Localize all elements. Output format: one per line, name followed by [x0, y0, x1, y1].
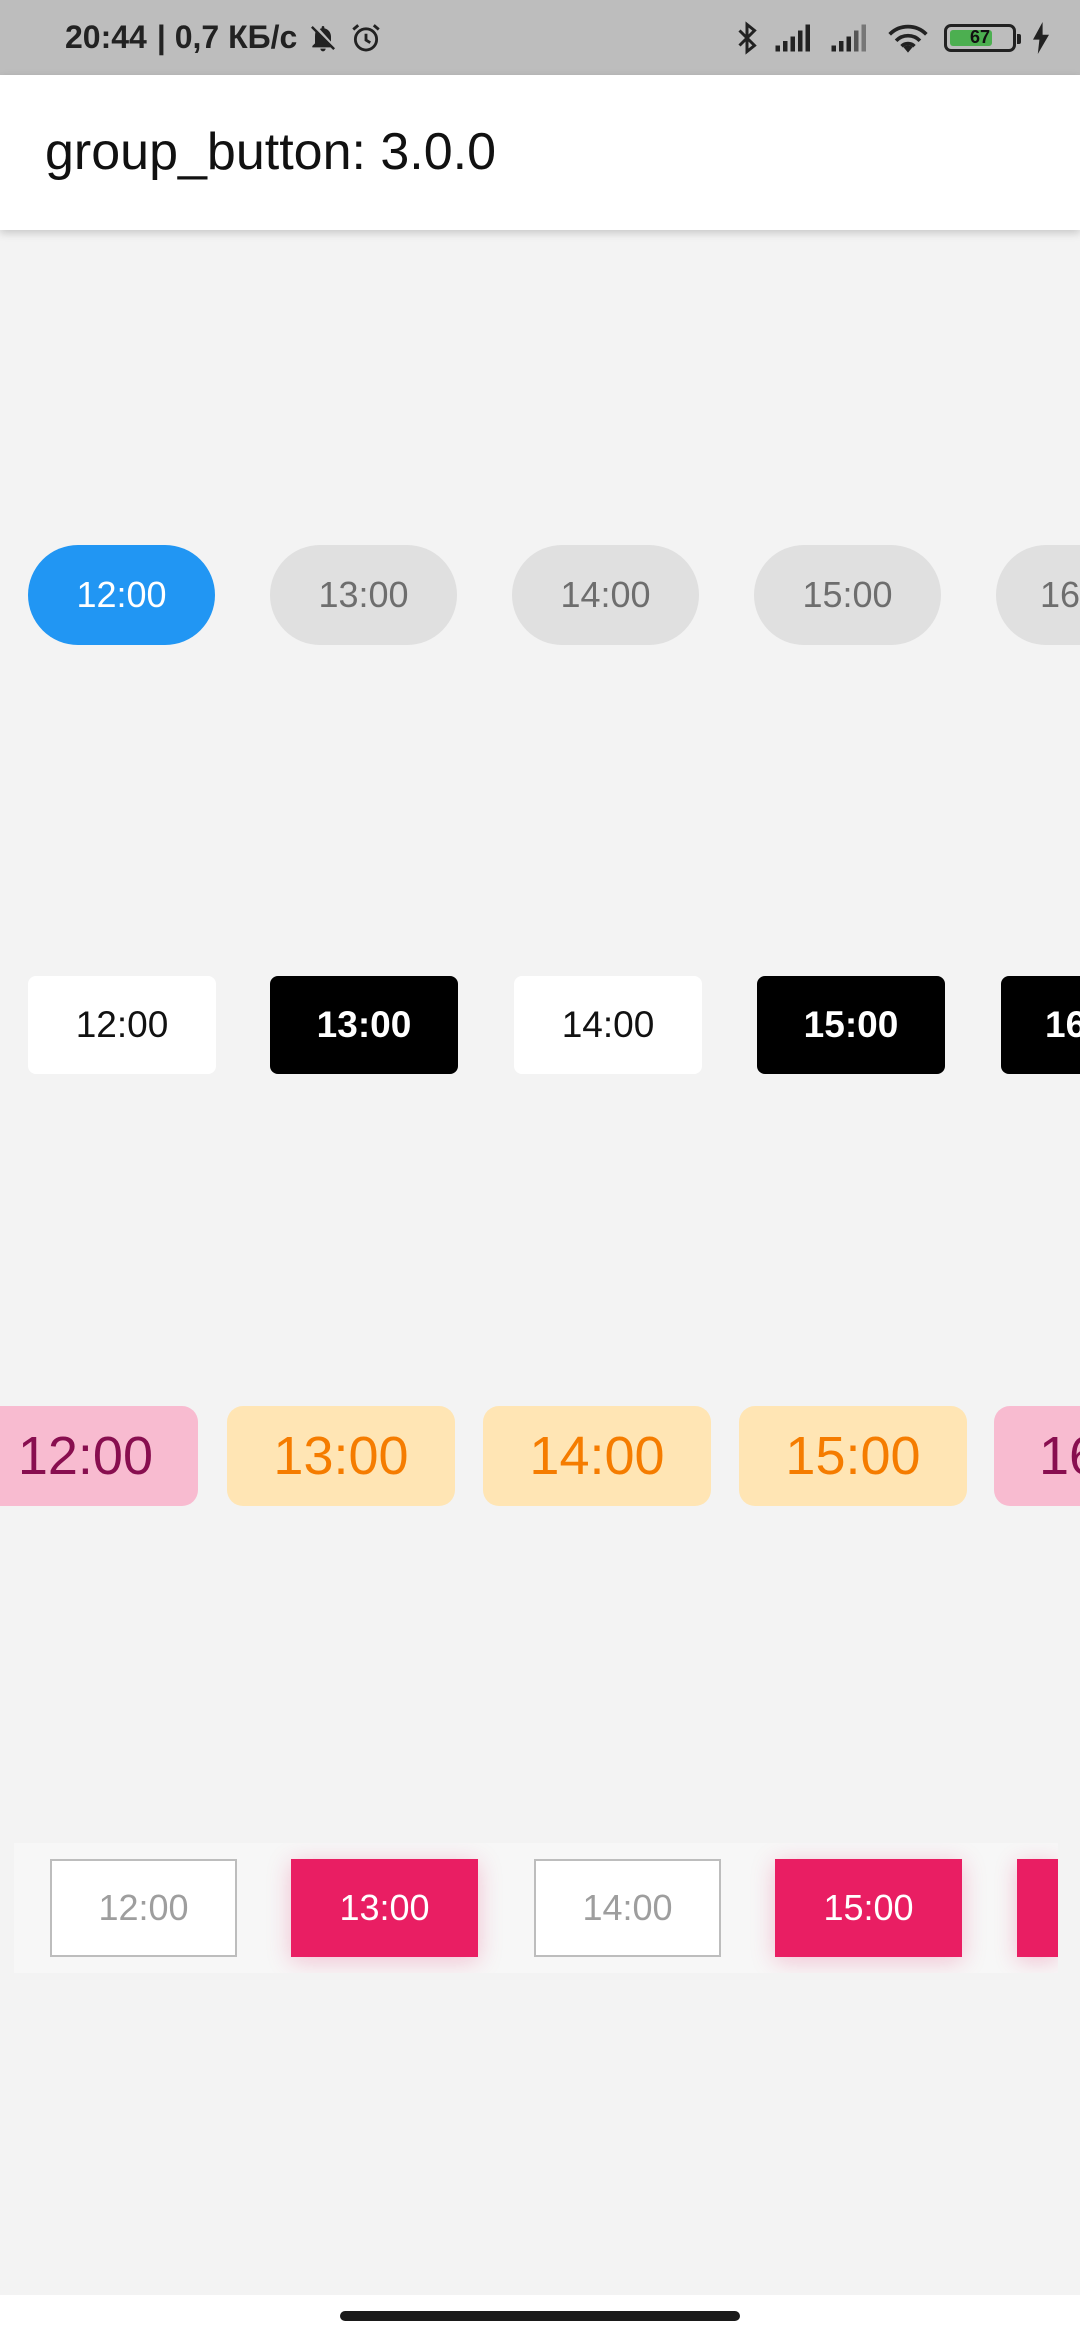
time-button-16-00[interactable]: 16:00	[996, 545, 1080, 645]
button-group-black-white: 12:00 13:00 14:00 15:00 16:00	[0, 976, 1080, 1074]
time-button-12-00[interactable]: 12:00	[0, 1406, 198, 1506]
time-button-14-00[interactable]: 14:00	[483, 1406, 711, 1506]
wifi-icon	[886, 21, 930, 55]
time-button-15-00[interactable]: 15:00	[754, 545, 941, 645]
time-button-16-00[interactable]	[1017, 1859, 1058, 1957]
status-left: 20:44 | 0,7 КБ/с	[65, 0, 383, 75]
time-button-14-00[interactable]: 14:00	[512, 545, 699, 645]
time-button-16-00[interactable]: 16:00	[994, 1406, 1080, 1506]
time-button-15-00[interactable]: 15:00	[739, 1406, 967, 1506]
home-indicator[interactable]	[340, 2311, 740, 2321]
time-button-14-00[interactable]: 14:00	[534, 1859, 721, 1957]
time-button-15-00[interactable]: 15:00	[757, 976, 945, 1074]
bell-off-icon	[307, 22, 339, 54]
navigation-bar	[0, 2295, 1080, 2340]
bluetooth-icon	[734, 20, 760, 56]
time-button-12-00[interactable]: 12:00	[28, 545, 215, 645]
alarm-icon	[349, 21, 383, 55]
signal-icon	[830, 22, 872, 54]
time-button-12-00[interactable]: 12:00	[50, 1859, 237, 1957]
time-button-16-00[interactable]: 16:00	[1001, 976, 1080, 1074]
status-bar: 20:44 | 0,7 КБ/с 67	[0, 0, 1080, 75]
time-button-12-00[interactable]: 12:00	[28, 976, 216, 1074]
status-right: 67	[734, 0, 1052, 75]
button-group-outlined-magenta: 12:00 13:00 14:00 15:00	[0, 1843, 1080, 1973]
button-group-pill: 12:00 13:00 14:00 15:00 16:00	[0, 545, 1080, 645]
time-button-14-00[interactable]: 14:00	[514, 976, 702, 1074]
time-button-13-00[interactable]: 13:00	[270, 545, 457, 645]
app-bar: group_button: 3.0.0	[0, 75, 1080, 230]
status-time: 20:44	[65, 19, 147, 55]
time-button-15-00[interactable]: 15:00	[775, 1859, 962, 1957]
status-network-speed: | 0,7 КБ/с	[156, 19, 298, 55]
time-button-13-00[interactable]: 13:00	[291, 1859, 478, 1957]
battery-level: 67	[969, 27, 991, 47]
button-group-strip: 12:00 13:00 14:00 15:00	[14, 1843, 1058, 1973]
button-group-pink-yellow: 12:00 13:00 14:00 15:00 16:00	[0, 1406, 1080, 1506]
time-button-13-00[interactable]: 13:00	[227, 1406, 455, 1506]
signal-icon	[774, 22, 816, 54]
page-title: group_button: 3.0.0	[45, 123, 497, 181]
time-button-13-00[interactable]: 13:00	[270, 976, 458, 1074]
battery-icon: 67	[944, 23, 1021, 52]
charging-icon	[1030, 21, 1052, 54]
